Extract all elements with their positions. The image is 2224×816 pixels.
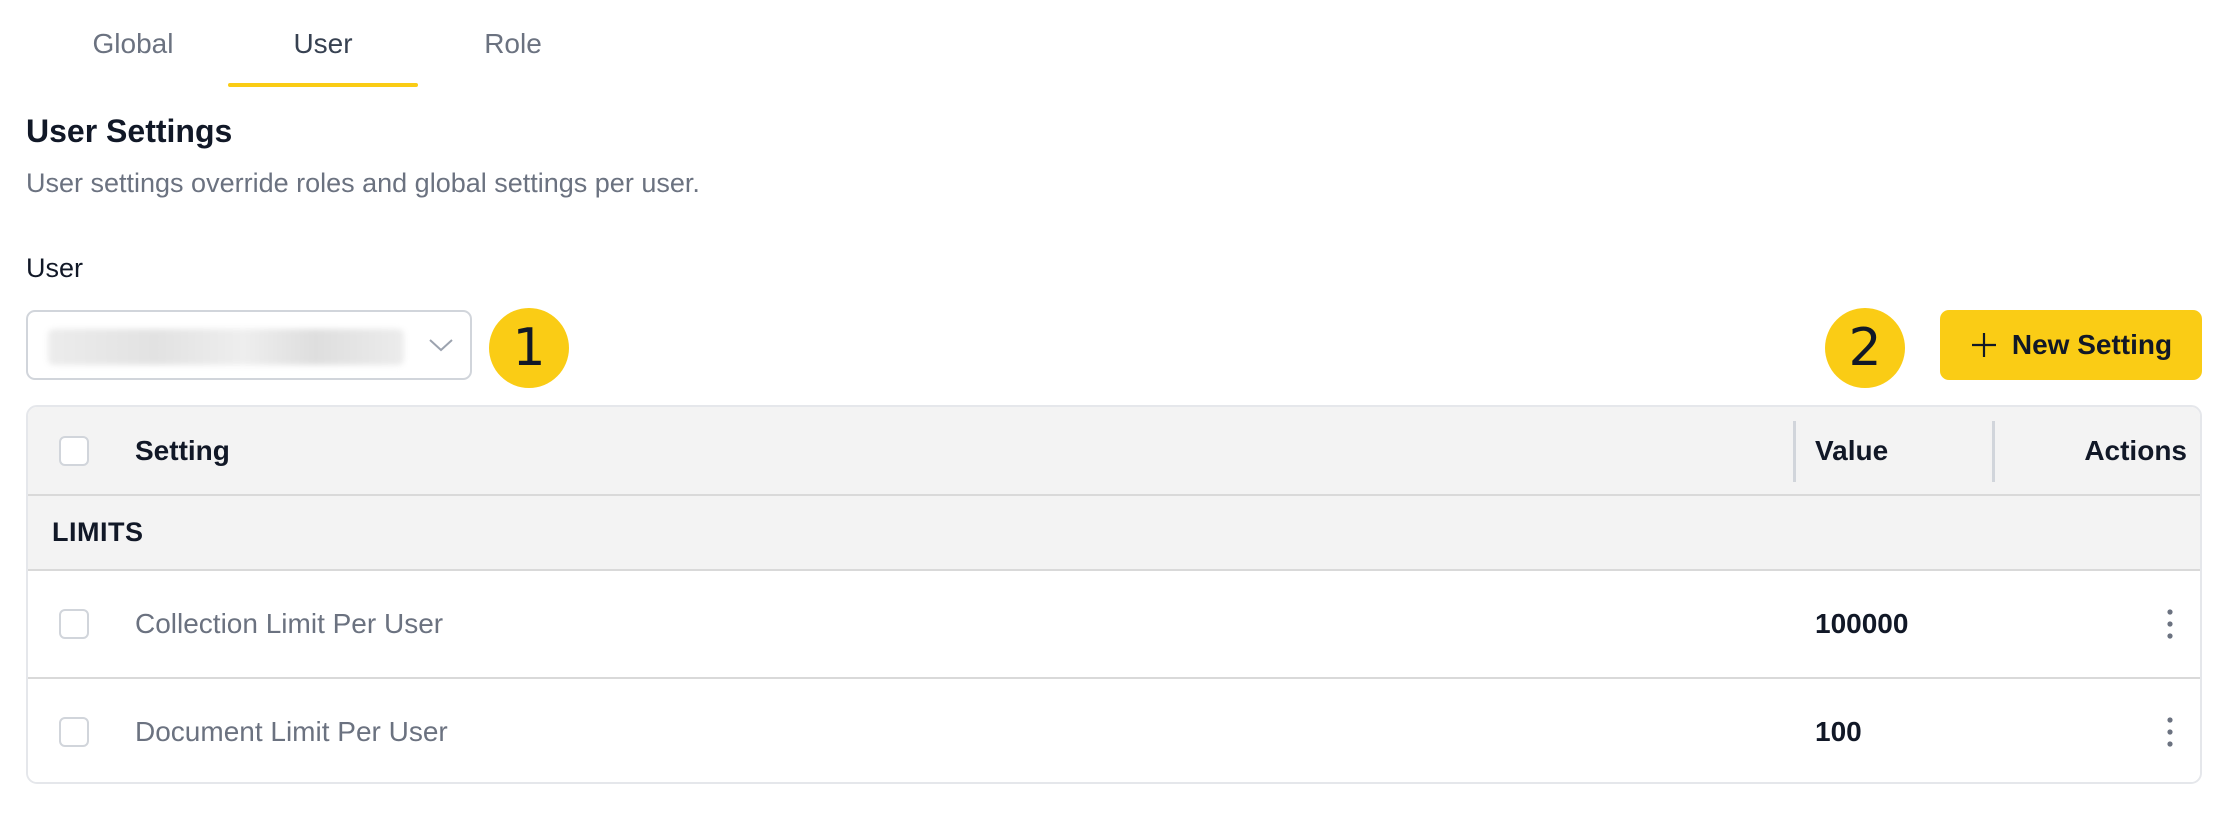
user-field-label: User — [26, 253, 84, 283]
table-row[interactable]: Collection Limit Per User 100000 — [28, 571, 2200, 679]
new-setting-button[interactable]: New Setting — [1940, 310, 2202, 380]
more-actions-icon[interactable] — [2162, 607, 2178, 641]
table-header: Setting Value Actions — [28, 407, 2200, 496]
column-divider[interactable] — [1992, 421, 1995, 482]
group-label: LIMITS — [52, 517, 144, 547]
plus-icon — [1971, 333, 1996, 357]
row-checkbox[interactable] — [59, 717, 89, 747]
chevron-down-icon — [429, 339, 453, 352]
section-title: User Settings — [26, 113, 233, 149]
settings-table: Setting Value Actions LIMITS Collection … — [26, 405, 2202, 784]
setting-value: 100 — [1815, 716, 1862, 747]
tab-bar: Global User Role — [38, 0, 608, 87]
table-group-row: LIMITS — [28, 496, 2200, 571]
callout-badge-1: 1 — [489, 308, 569, 388]
tab-global[interactable]: Global — [38, 0, 228, 87]
tab-role[interactable]: Role — [418, 0, 608, 87]
row-checkbox[interactable] — [59, 609, 89, 639]
new-setting-label: New Setting — [2011, 329, 2173, 360]
tab-user[interactable]: User — [228, 0, 418, 87]
section-description: User settings override roles and global … — [26, 168, 700, 198]
column-header-actions: Actions — [2084, 434, 2187, 466]
setting-name: Collection Limit Per User — [135, 608, 444, 639]
user-select-value-obscured — [48, 329, 404, 365]
column-divider[interactable] — [1793, 421, 1796, 482]
column-header-setting[interactable]: Setting — [135, 407, 230, 494]
setting-value: 100000 — [1815, 608, 1909, 639]
more-actions-icon[interactable] — [2162, 715, 2178, 749]
user-select[interactable] — [26, 310, 472, 380]
callout-badge-2: 2 — [1825, 308, 1905, 388]
table-row[interactable]: Document Limit Per User 100 — [28, 679, 2200, 782]
column-header-value[interactable]: Value — [1815, 407, 1888, 494]
setting-name: Document Limit Per User — [135, 716, 448, 747]
select-all-checkbox[interactable] — [59, 436, 89, 466]
